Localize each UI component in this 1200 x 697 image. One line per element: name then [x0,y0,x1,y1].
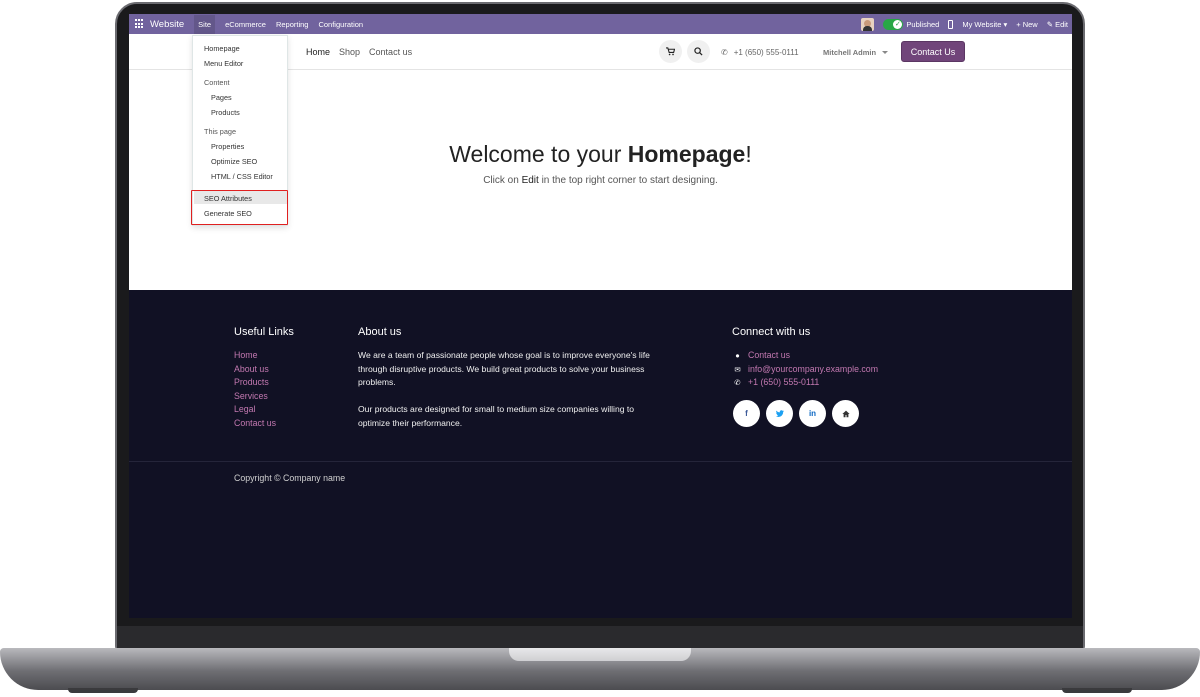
laptop-foot-left [68,688,138,693]
user-menu[interactable]: Mitchell Admin [823,34,889,70]
user-name: Mitchell Admin [823,47,877,57]
footer-divider [129,461,1072,462]
annotation-highlight-box [191,190,288,225]
phone-icon: ✆ [734,378,741,388]
dropdown-menu-editor[interactable]: Menu Editor [204,59,243,68]
copyright: Copyright © Company name [234,473,346,483]
connect-phone[interactable]: ✆ +1 (650) 555-0111 [733,376,878,390]
new-button[interactable]: + New [1016,20,1037,29]
about-paragraph-2: Our products are designed for small to m… [358,404,635,428]
menu-configuration[interactable]: Configuration [318,15,363,34]
connect-title: Connect with us [732,326,811,338]
dropdown-pages[interactable]: Pages [211,93,232,102]
about-title: About us [358,326,402,338]
dropdown-products[interactable]: Products [211,108,240,117]
useful-links-title: Useful Links [234,326,294,338]
comment-icon: ● [735,351,740,360]
user-avatar[interactable] [861,17,875,31]
topbar-actions: Published My Website ▾ + New ✎ Edit [861,14,1068,34]
menu-site[interactable]: Site [194,14,216,34]
footer-link-contact[interactable]: Contact us [234,417,276,431]
cart-icon[interactable] [659,40,682,63]
nav-shop[interactable]: Shop [339,47,360,57]
connect-contact[interactable]: ● Contact us [733,349,878,363]
dropdown-properties[interactable]: Properties [211,142,244,151]
caret-down-icon [882,50,889,54]
top-menu: Site eCommerce Reporting Configuration [194,14,363,34]
connect-list: ● Contact us ✉ info@yourcompany.example.… [733,349,878,390]
footer-link-legal[interactable]: Legal [234,403,276,417]
screen: Website Site eCommerce Reporting Configu… [129,14,1072,618]
footer-link-home[interactable]: Home [234,349,276,363]
site-footer: Useful Links About us Connect with us Ho… [129,290,1072,618]
odoo-topbar: Website Site eCommerce Reporting Configu… [129,14,1072,34]
about-text: We are a team of passionate people whose… [358,349,658,431]
search-icon[interactable] [687,40,710,63]
laptop-notch [509,648,691,661]
dropdown-html-css-editor[interactable]: HTML / CSS Editor [211,172,273,181]
home-icon[interactable] [832,400,859,427]
dropdown-content-header: Content [204,78,230,87]
twitter-icon[interactable] [766,400,793,427]
publish-toggle[interactable]: Published [883,18,940,30]
dropdown-homepage[interactable]: Homepage [204,44,240,53]
nav-home[interactable]: Home [306,47,330,57]
edit-button[interactable]: ✎ Edit [1047,20,1068,29]
useful-links-list: Home About us Products Services Legal Co… [234,349,276,431]
envelope-icon: ✉ [734,364,741,374]
nav-contact-us[interactable]: Contact us [369,47,412,57]
social-links: f in [733,400,859,427]
connect-email[interactable]: ✉ info@yourcompany.example.com [733,363,878,377]
website-switcher[interactable]: My Website ▾ [962,20,1007,29]
contact-us-button[interactable]: Contact Us [901,41,965,62]
site-nav: Home Shop Contact us [306,34,412,70]
about-paragraph-1: We are a team of passionate people whose… [358,350,650,388]
dropdown-this-page-header: This page [204,127,237,136]
header-phone-number[interactable]: +1 (650) 555-0111 [734,48,799,57]
laptop-hinge [117,626,1083,648]
published-label: Published [906,19,940,29]
phone-icon: ✆ [721,47,728,57]
menu-reporting[interactable]: Reporting [276,15,309,34]
published-toggle-icon [883,18,904,30]
menu-ecommerce[interactable]: eCommerce [225,15,266,34]
footer-link-products[interactable]: Products [234,376,276,390]
footer-link-about[interactable]: About us [234,363,276,377]
dropdown-optimize-seo[interactable]: Optimize SEO [211,157,257,166]
apps-grid-icon[interactable] [135,19,145,29]
mobile-preview-icon[interactable] [948,19,954,29]
facebook-icon[interactable]: f [733,400,760,427]
footer-link-services[interactable]: Services [234,390,276,404]
laptop-foot-right [1062,688,1132,693]
app-brand[interactable]: Website [150,19,184,30]
header-phone: ✆ +1 (650) 555-0111 [721,34,799,70]
linkedin-icon[interactable]: in [799,400,826,427]
